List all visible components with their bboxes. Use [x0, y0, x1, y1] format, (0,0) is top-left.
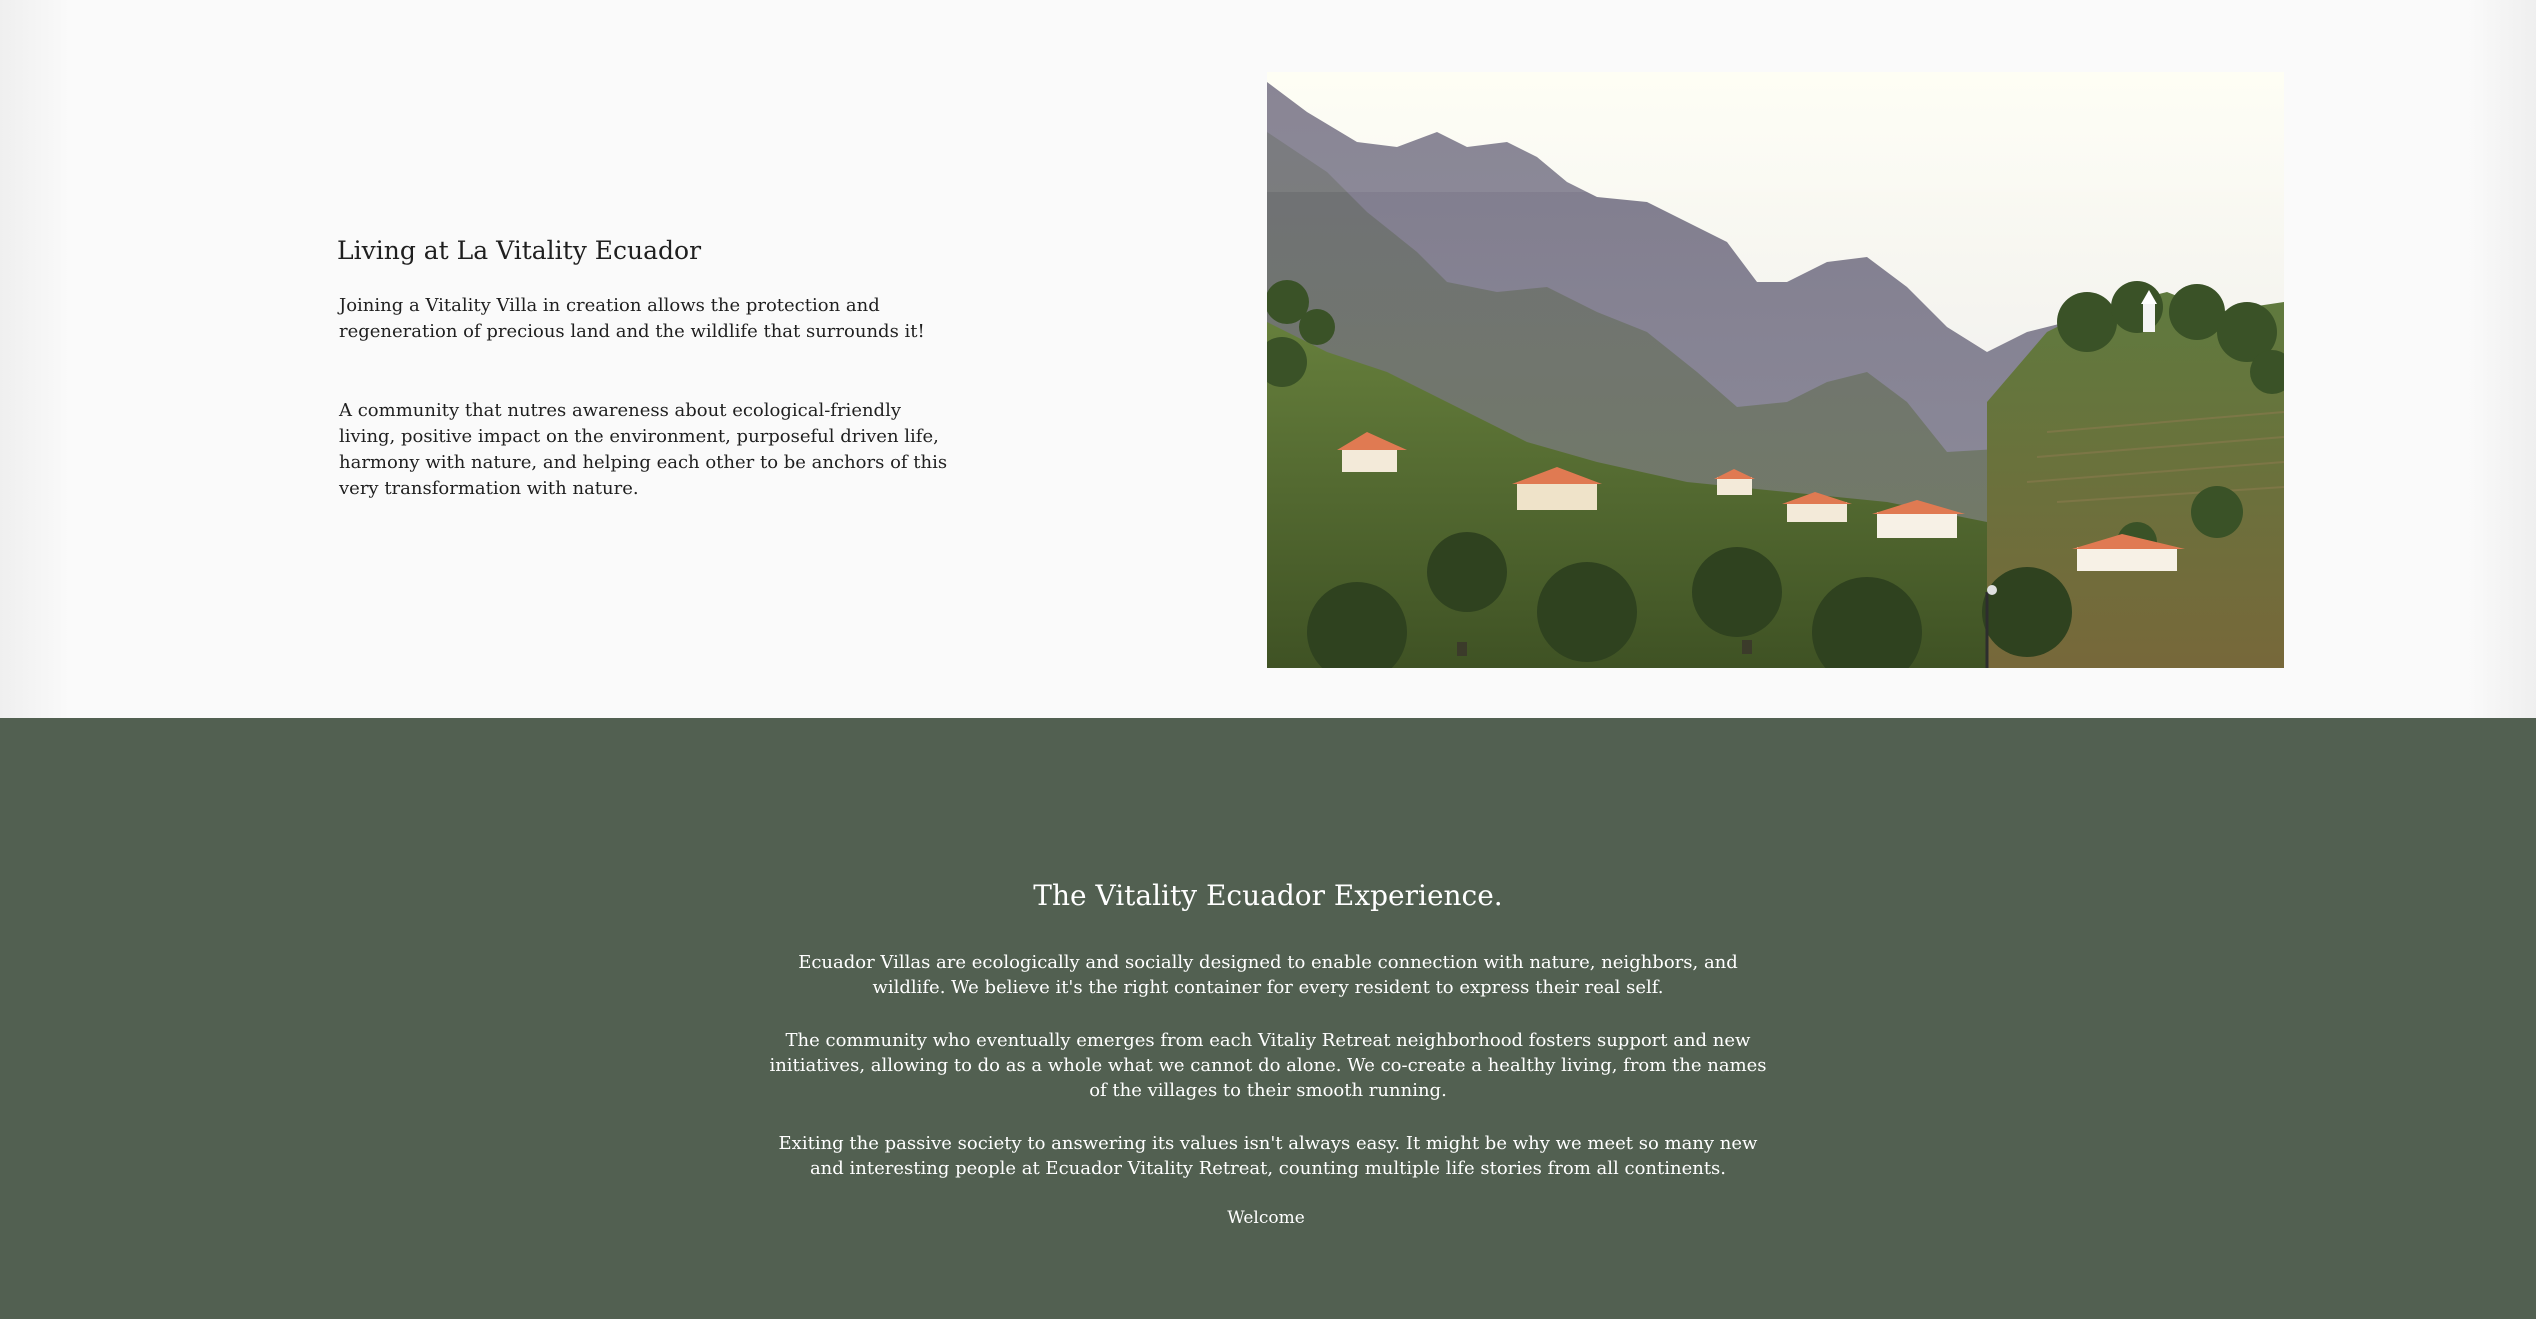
welcome-text: Welcome	[1227, 1208, 1305, 1228]
intro-paragraph: Joining a Vitality Villa in creation all…	[339, 295, 925, 342]
experience-title: The Vitality Ecuador Experience.	[1033, 879, 1503, 912]
landscape-photo	[1267, 72, 2284, 668]
intro-section: Living at La Vitality Ecuador Joining a …	[0, 0, 2536, 718]
intro-paragraph: A community that nutres awareness about …	[339, 400, 948, 499]
experience-paragraph: The community who eventually emerges fro…	[769, 1030, 1767, 1101]
experience-paragraph: Exiting the passive society to answering…	[778, 1133, 1758, 1179]
experience-paragraph: Ecuador Villas are ecologically and soci…	[798, 952, 1738, 998]
intro-title: Living at La Vitality Ecuador	[337, 236, 702, 265]
experience-section: The Vitality Ecuador Experience. Ecuador…	[0, 718, 2536, 1319]
mountain-village-photo-icon	[1267, 72, 2284, 668]
